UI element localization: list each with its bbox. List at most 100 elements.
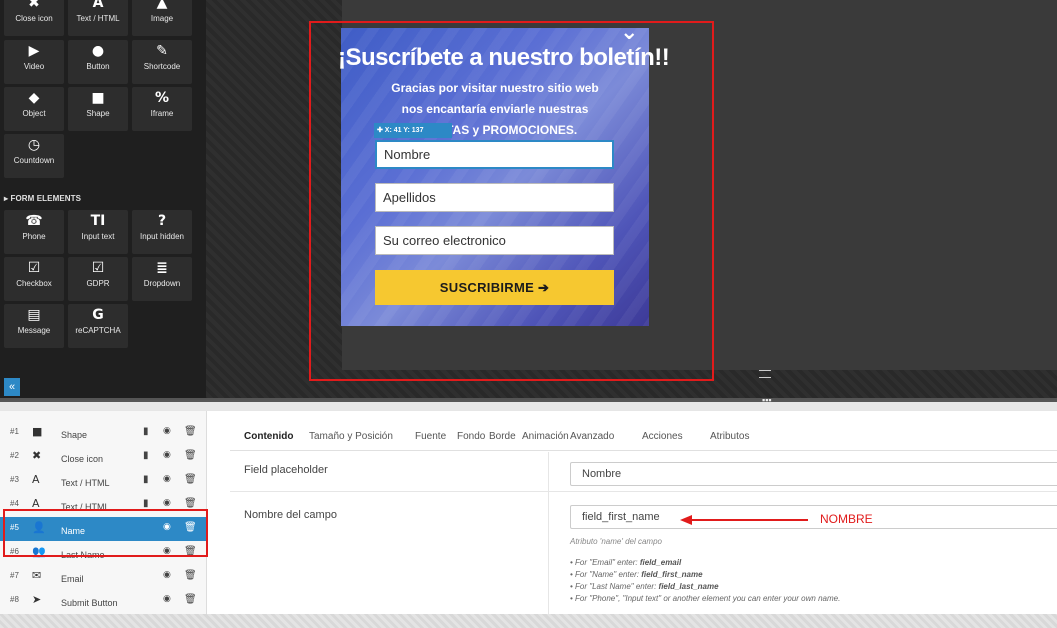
tile-input-text[interactable]: TI Input text — [68, 210, 128, 254]
field-name-input[interactable]: field_first_name — [570, 505, 1057, 529]
tile-text-html[interactable]: A Text / HTML — [68, 0, 128, 36]
help-list-item: • For "Name" enter: field_first_name — [570, 570, 703, 579]
layer-row[interactable]: #3 A Text / HTML ▮ ◉ 🗑 — [0, 469, 206, 493]
layer-name: Text / HTML — [61, 478, 110, 488]
delete-icon[interactable]: 🗑 — [184, 426, 197, 437]
delete-icon[interactable]: 🗑 — [184, 498, 197, 509]
tile-label: Object — [22, 109, 46, 118]
tile-label: Close icon — [15, 14, 53, 23]
help-text: For "Phone", "Input text" or another ele… — [575, 594, 841, 603]
tile-label: Iframe — [150, 109, 174, 118]
tile-input-hidden[interactable]: ? Input hidden — [132, 210, 192, 254]
tile-icon: ■ — [91, 90, 105, 106]
layer-number: #1 — [10, 427, 19, 436]
tab-fuente[interactable]: Fuente — [415, 431, 446, 442]
tile-label: Countdown — [13, 156, 55, 165]
double-chevron-left-icon: « — [8, 381, 16, 393]
visibility-icon[interactable]: ◉ — [163, 450, 171, 460]
tab-borde[interactable]: Borde — [489, 431, 516, 442]
tile-image[interactable]: ▲ Image — [132, 0, 192, 36]
tile-icon: ● — [91, 43, 105, 59]
delete-icon[interactable]: 🗑 — [184, 450, 197, 461]
delete-icon[interactable]: 🗑 — [184, 474, 197, 485]
layer-row[interactable]: #8 ➤ Submit Button ◉ 🗑 — [0, 589, 206, 613]
layer-row[interactable]: #1 ■ Shape ▮ ◉ 🗑 — [0, 421, 206, 445]
tile-label: Image — [150, 14, 174, 23]
help-text: For "Last Name" enter: — [575, 582, 659, 591]
annotation-label: NOMBRE — [820, 512, 873, 526]
builder-area: ✖ Close icon A Text / HTML ▲ Image ▶ Video ● Butt… — [0, 0, 1057, 402]
tab-acciones[interactable]: Acciones — [642, 431, 683, 442]
tile-icon: ◆ — [28, 90, 40, 106]
tile-gdpr[interactable]: ☑ GDPR — [68, 257, 128, 301]
tab-avanzado[interactable]: Avanzado — [570, 431, 614, 442]
tile-label: Input text — [81, 232, 115, 241]
help-list-item: • For "Last Name" enter: field_last_name — [570, 582, 719, 591]
layer-name: Email — [61, 574, 84, 584]
layer-number: #8 — [10, 595, 19, 604]
visibility-icon[interactable]: ◉ — [163, 594, 171, 604]
tile-video[interactable]: ▶ Video — [4, 40, 64, 84]
tile-icon: ▤ — [27, 307, 41, 323]
tile-button[interactable]: ● Button — [68, 40, 128, 84]
placeholder-input[interactable]: Nombre — [570, 462, 1057, 486]
tile-icon: ☑ — [27, 260, 41, 276]
drag-handle-icon[interactable]: ▪▪▪ — [762, 396, 772, 403]
layer-row[interactable]: #2 ✖ Close icon ▮ ◉ 🗑 — [0, 445, 206, 469]
duplicate-icon[interactable]: ▮ — [143, 450, 149, 461]
help-list-item: • For "Email" enter: field_email — [570, 558, 682, 567]
visibility-icon[interactable]: ◉ — [163, 474, 171, 484]
tab-animacion[interactable]: Animación — [522, 431, 569, 442]
tile-shortcode[interactable]: ✎ Shortcode — [132, 40, 192, 84]
layer-type-icon: ■ — [32, 425, 43, 438]
tile-checkbox[interactable]: ☑ Checkbox — [4, 257, 64, 301]
form-elements-heading[interactable]: ▸ FORM ELEMENTS — [4, 194, 81, 203]
tab-tamano-y-posicion[interactable]: Tamaño y Posición — [309, 431, 393, 442]
tab-atributos[interactable]: Atributos — [710, 431, 749, 442]
delete-icon[interactable]: 🗑 — [184, 594, 197, 605]
layer-number: #3 — [10, 475, 19, 484]
duplicate-icon[interactable]: ▮ — [143, 498, 149, 509]
tab-contenido[interactable]: Contenido — [244, 431, 293, 442]
help-text: For "Name" enter: — [575, 570, 642, 579]
tile-icon: ☑ — [91, 260, 105, 276]
visibility-icon[interactable]: ◉ — [163, 570, 171, 580]
layer-row[interactable]: #7 ✉ Email ◉ 🗑 — [0, 565, 206, 589]
tab-fondo[interactable]: Fondo — [457, 431, 485, 442]
tile-label: Video — [23, 62, 45, 71]
tile-close-icon[interactable]: ✖ Close icon — [4, 0, 64, 36]
bottom-strip — [0, 614, 1057, 628]
tile-label: Button — [86, 62, 110, 71]
layer-name: Submit Button — [61, 598, 118, 608]
visibility-icon[interactable]: ◉ — [163, 498, 171, 508]
delete-icon[interactable]: 🗑 — [184, 570, 197, 581]
placeholder-label: Field placeholder — [244, 464, 328, 476]
properties-tabs: Contenido Tamaño y Posición Fuente Fondo Bor… — [230, 411, 1057, 451]
tile-countdown[interactable]: ◷ Countdown — [4, 134, 64, 178]
tile-icon: ◷ — [27, 137, 41, 153]
visibility-icon[interactable]: ◉ — [163, 426, 171, 436]
field-name-label: Nombre del campo — [244, 509, 337, 521]
tile-label: reCAPTCHA — [75, 326, 121, 335]
tile-dropdown[interactable]: ≣ Dropdown — [132, 257, 192, 301]
layer-name: Shape — [61, 430, 88, 440]
tile-icon: ▶ — [28, 43, 40, 59]
duplicate-icon[interactable]: ▮ — [143, 474, 149, 485]
properties-panel: Contenido Tamaño y Posición Fuente Fondo Bor… — [230, 411, 1057, 614]
tile-iframe[interactable]: % Iframe — [132, 87, 192, 131]
duplicate-icon[interactable]: ▮ — [143, 426, 149, 437]
resize-handle[interactable] — [759, 370, 771, 378]
layer-number: #2 — [10, 451, 19, 460]
layer-type-icon: ✉ — [32, 569, 42, 582]
tile-phone[interactable]: ☎ Phone — [4, 210, 64, 254]
tile-recaptcha[interactable]: GreCAPTCHA — [68, 304, 128, 348]
tile-message[interactable]: ▤ Message — [4, 304, 64, 348]
tile-shape[interactable]: ■ Shape — [68, 87, 128, 131]
tile-label: Text / HTML — [76, 14, 120, 23]
panel-divider[interactable] — [0, 398, 1057, 402]
red-arrow-icon — [680, 515, 808, 525]
collapse-sidebar-button[interactable]: « — [4, 378, 20, 396]
field-name-help: Atributo 'name' del campo — [570, 537, 662, 546]
tile-label: GDPR — [86, 279, 110, 288]
tile-object[interactable]: ◆ Object — [4, 87, 64, 131]
